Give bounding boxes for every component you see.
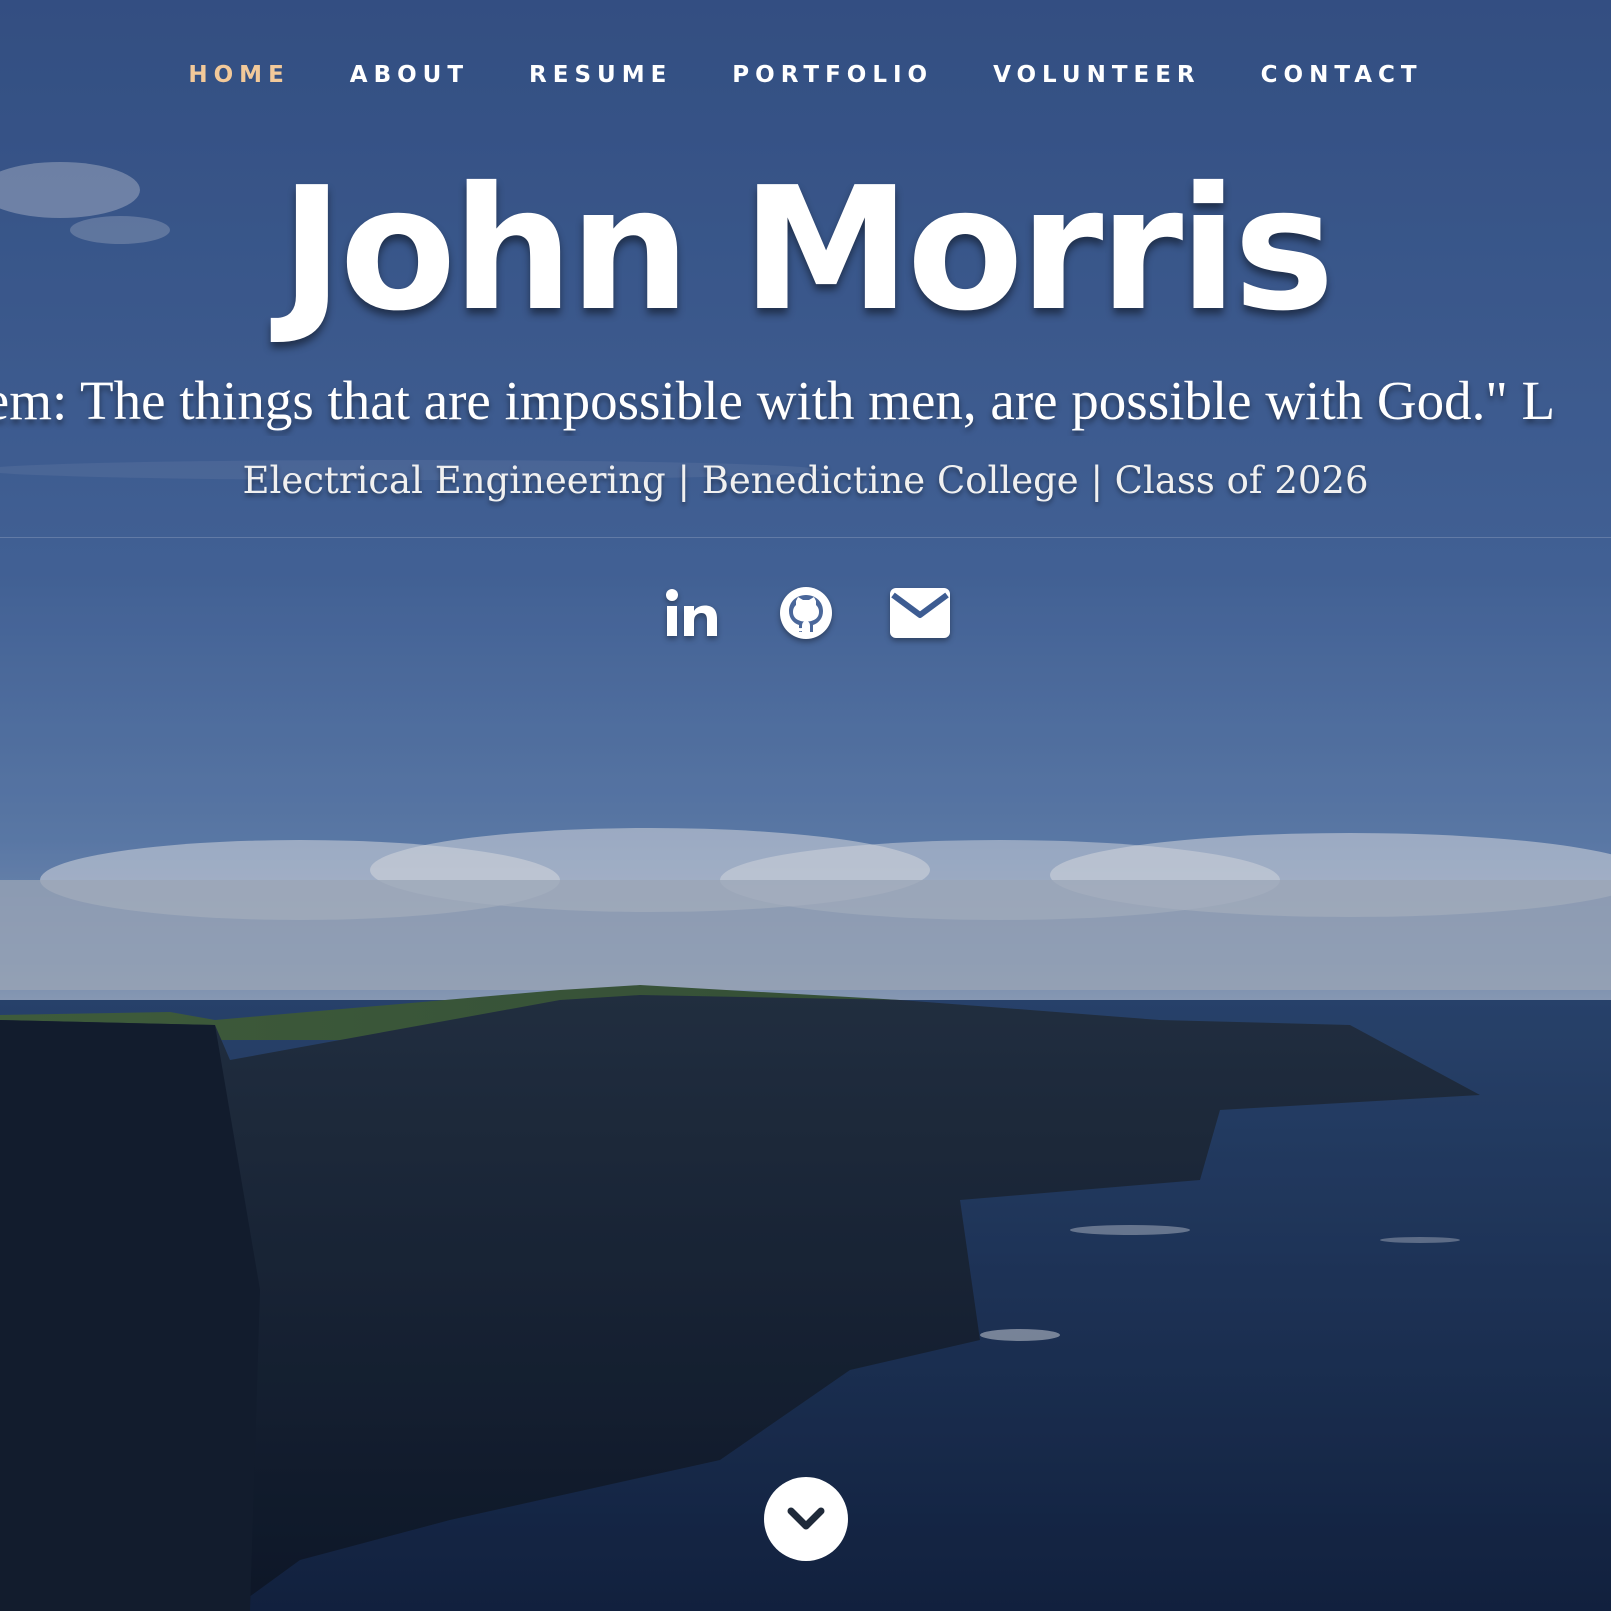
hero-quote-text: them: The things that are impossible wit… [0,370,1556,431]
hero-subtitle: Electrical Engineering | Benedictine Col… [242,459,1369,502]
github-link[interactable] [775,582,837,644]
social-links [0,582,1611,644]
chevron-down-icon [787,1507,825,1530]
nav-home[interactable]: HOME [158,58,319,92]
linkedin-icon [665,589,717,636]
nav-contact[interactable]: CONTACT [1231,58,1453,92]
hero-divider [0,537,1611,538]
nav-about[interactable]: ABOUT [320,58,499,92]
email-link[interactable] [889,582,951,644]
nav-volunteer[interactable]: VOLUNTEER [963,58,1231,92]
envelope-icon [889,588,950,638]
hero-quote: them: The things that are impossible wit… [0,366,1611,436]
main-nav: HOME ABOUT RESUME PORTFOLIO VOLUNTEER CO… [0,58,1611,92]
scroll-down-button[interactable] [764,1477,848,1561]
nav-resume[interactable]: RESUME [499,58,702,92]
linkedin-link[interactable] [661,582,723,644]
hero-name: John Morris [280,151,1334,349]
nav-portfolio[interactable]: PORTFOLIO [702,58,963,92]
github-icon [779,587,832,639]
